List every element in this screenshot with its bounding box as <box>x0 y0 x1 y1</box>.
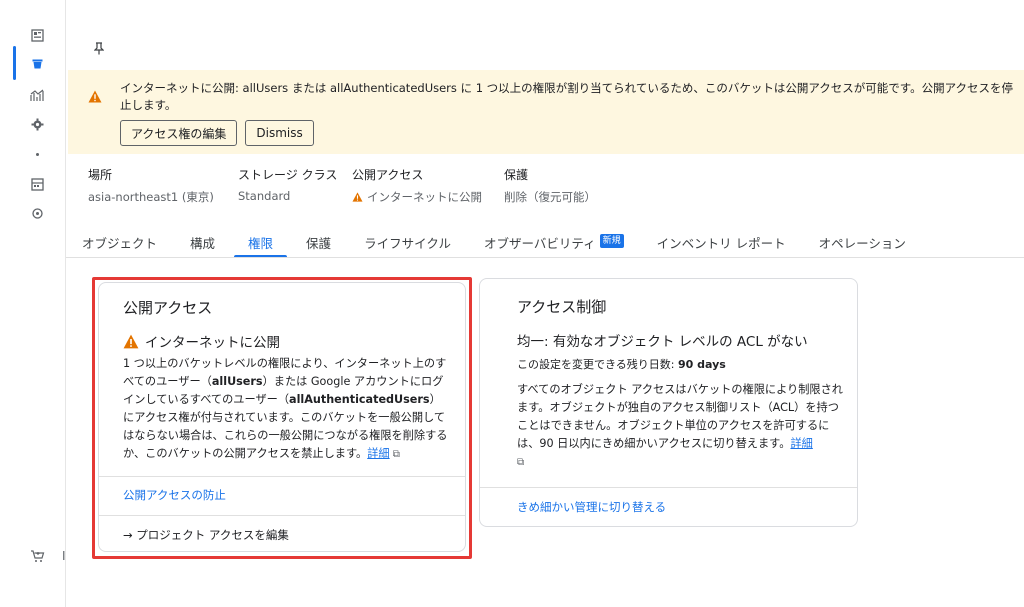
tab-inventory-reports[interactable]: インベントリ レポート <box>657 226 786 258</box>
public-access-status-text: インターネットに公開 <box>145 335 280 351</box>
public-access-status: インターネットに公開 <box>123 331 280 351</box>
public-access-warning-banner: インターネットに公開: allUsers または allAuthenticate… <box>68 70 1024 154</box>
left-nav-rail: I <box>0 0 66 607</box>
public-access-value: インターネットに公開 <box>367 190 482 204</box>
external-link-icon: ⧉ <box>517 457 525 468</box>
location-value: asia-northeast1 (東京) <box>88 190 214 204</box>
switch-to-fine-grained-link[interactable]: きめ細かい管理に切り替える <box>517 499 666 515</box>
protection-value: 削除（復元可能） <box>504 190 596 204</box>
monitoring-icon[interactable] <box>28 86 46 104</box>
edit-access-button[interactable]: アクセス権の編集 <box>120 120 238 146</box>
warning-icon <box>352 192 363 202</box>
access-control-details-link[interactable]: 詳細 <box>790 437 812 450</box>
public-access-card-title: 公開アクセス <box>123 299 213 317</box>
warning-icon <box>123 334 139 348</box>
settings-gear-icon[interactable] <box>28 115 46 133</box>
card-divider <box>99 515 465 516</box>
public-access-value-wrap: インターネットに公開 <box>352 189 486 205</box>
dismiss-button[interactable]: Dismiss <box>245 120 314 146</box>
public-access-description: 1 つ以上のバケットレベルの権限により、インターネット上のすべてのユーザー（al… <box>123 357 448 460</box>
banner-message: インターネットに公開: allUsers または allAuthenticate… <box>120 81 1014 112</box>
dashboard-icon[interactable] <box>28 26 46 44</box>
protection-label: 保護 <box>504 168 529 182</box>
tab-lifecycle[interactable]: ライフサイクル <box>364 226 451 258</box>
tab-configuration[interactable]: 構成 <box>190 226 215 258</box>
bucket-tabs: オブジェクト 構成 権限 保護 ライフサイクル オブザーバビリティ 新規 インベン… <box>82 226 939 258</box>
access-control-subtitle: 均一: 有効なオブジェクト レベルの ACL がない <box>517 334 808 350</box>
bucket-metadata: 場所 asia-northeast1 (東京) ストレージ クラス Standa… <box>88 166 614 205</box>
pin-icon[interactable] <box>93 42 105 59</box>
new-badge: 新規 <box>599 234 624 248</box>
arrow-right-icon: → <box>123 528 137 542</box>
tab-operations[interactable]: オペレーション <box>819 226 906 258</box>
tab-observability[interactable]: オブザーバビリティ 新規 <box>484 226 624 258</box>
access-control-description: すべてのオブジェクト アクセスはバケットの権限により制限されます。オブジェクトが… <box>517 383 843 468</box>
tab-objects[interactable]: オブジェクト <box>82 226 157 258</box>
marketplace-cart-icon[interactable] <box>28 547 46 565</box>
active-indicator <box>13 46 16 80</box>
remaining-days: この設定を変更できる残り日数: 90 days <box>517 358 726 371</box>
access-control-card-title: アクセス制御 <box>517 298 607 316</box>
prevent-public-access-link[interactable]: 公開アクセスの防止 <box>123 487 226 503</box>
card-divider <box>99 476 465 477</box>
warning-icon <box>88 88 102 103</box>
rail-truncated-text: I <box>62 549 66 563</box>
bucket-icon[interactable] <box>28 54 46 72</box>
public-access-card: 公開アクセス インターネットに公開 1 つ以上のバケットレベルの権限により、イン… <box>98 282 466 552</box>
external-link-icon: ⧉ <box>389 449 400 460</box>
storage-class-label: ストレージ クラス <box>238 168 338 182</box>
separator-dot <box>36 153 39 156</box>
location-label: 場所 <box>88 168 113 182</box>
access-control-card: アクセス制御 均一: 有効なオブジェクト レベルの ACL がない この設定を変… <box>479 278 858 527</box>
card-divider <box>480 487 857 488</box>
public-access-details-link[interactable]: 詳細 <box>367 447 389 460</box>
tabs-divider <box>66 257 1024 258</box>
storage-browser-icon[interactable] <box>28 175 46 193</box>
public-access-label: 公開アクセス <box>352 168 424 182</box>
insights-icon[interactable] <box>28 204 46 222</box>
storage-class-value: Standard <box>238 189 291 203</box>
tab-permissions[interactable]: 権限 <box>234 226 288 258</box>
edit-project-access-link[interactable]: → プロジェクト アクセスを編集 <box>123 527 289 543</box>
tab-protection[interactable]: 保護 <box>306 226 331 258</box>
